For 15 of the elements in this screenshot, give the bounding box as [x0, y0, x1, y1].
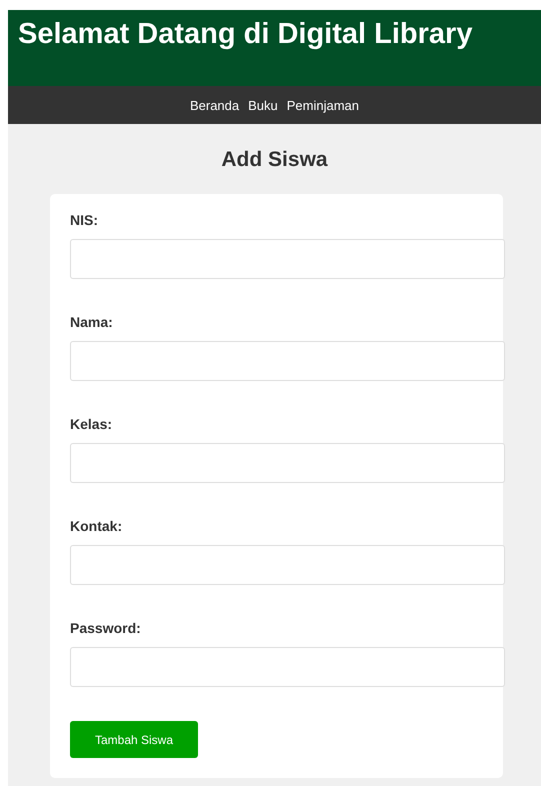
- site-title: Selamat Datang di Digital Library: [18, 18, 472, 51]
- input-field[interactable]: [70, 341, 505, 381]
- nav-link[interactable]: Beranda: [190, 98, 240, 112]
- nav-link[interactable]: Peminjaman: [286, 98, 360, 112]
- field-label: NIS:: [70, 212, 98, 228]
- field-label: Kelas:: [70, 416, 112, 432]
- input-field[interactable]: [70, 545, 505, 585]
- field-label: Kontak:: [70, 518, 122, 534]
- input-field[interactable]: [70, 647, 505, 687]
- nav-link[interactable]: Buku: [248, 98, 278, 112]
- input-field[interactable]: [70, 239, 505, 279]
- field-label: Password:: [70, 620, 141, 636]
- form-title: Add Siswa: [221, 148, 328, 172]
- input-field[interactable]: [70, 443, 505, 483]
- field-label: Nama:: [70, 314, 113, 330]
